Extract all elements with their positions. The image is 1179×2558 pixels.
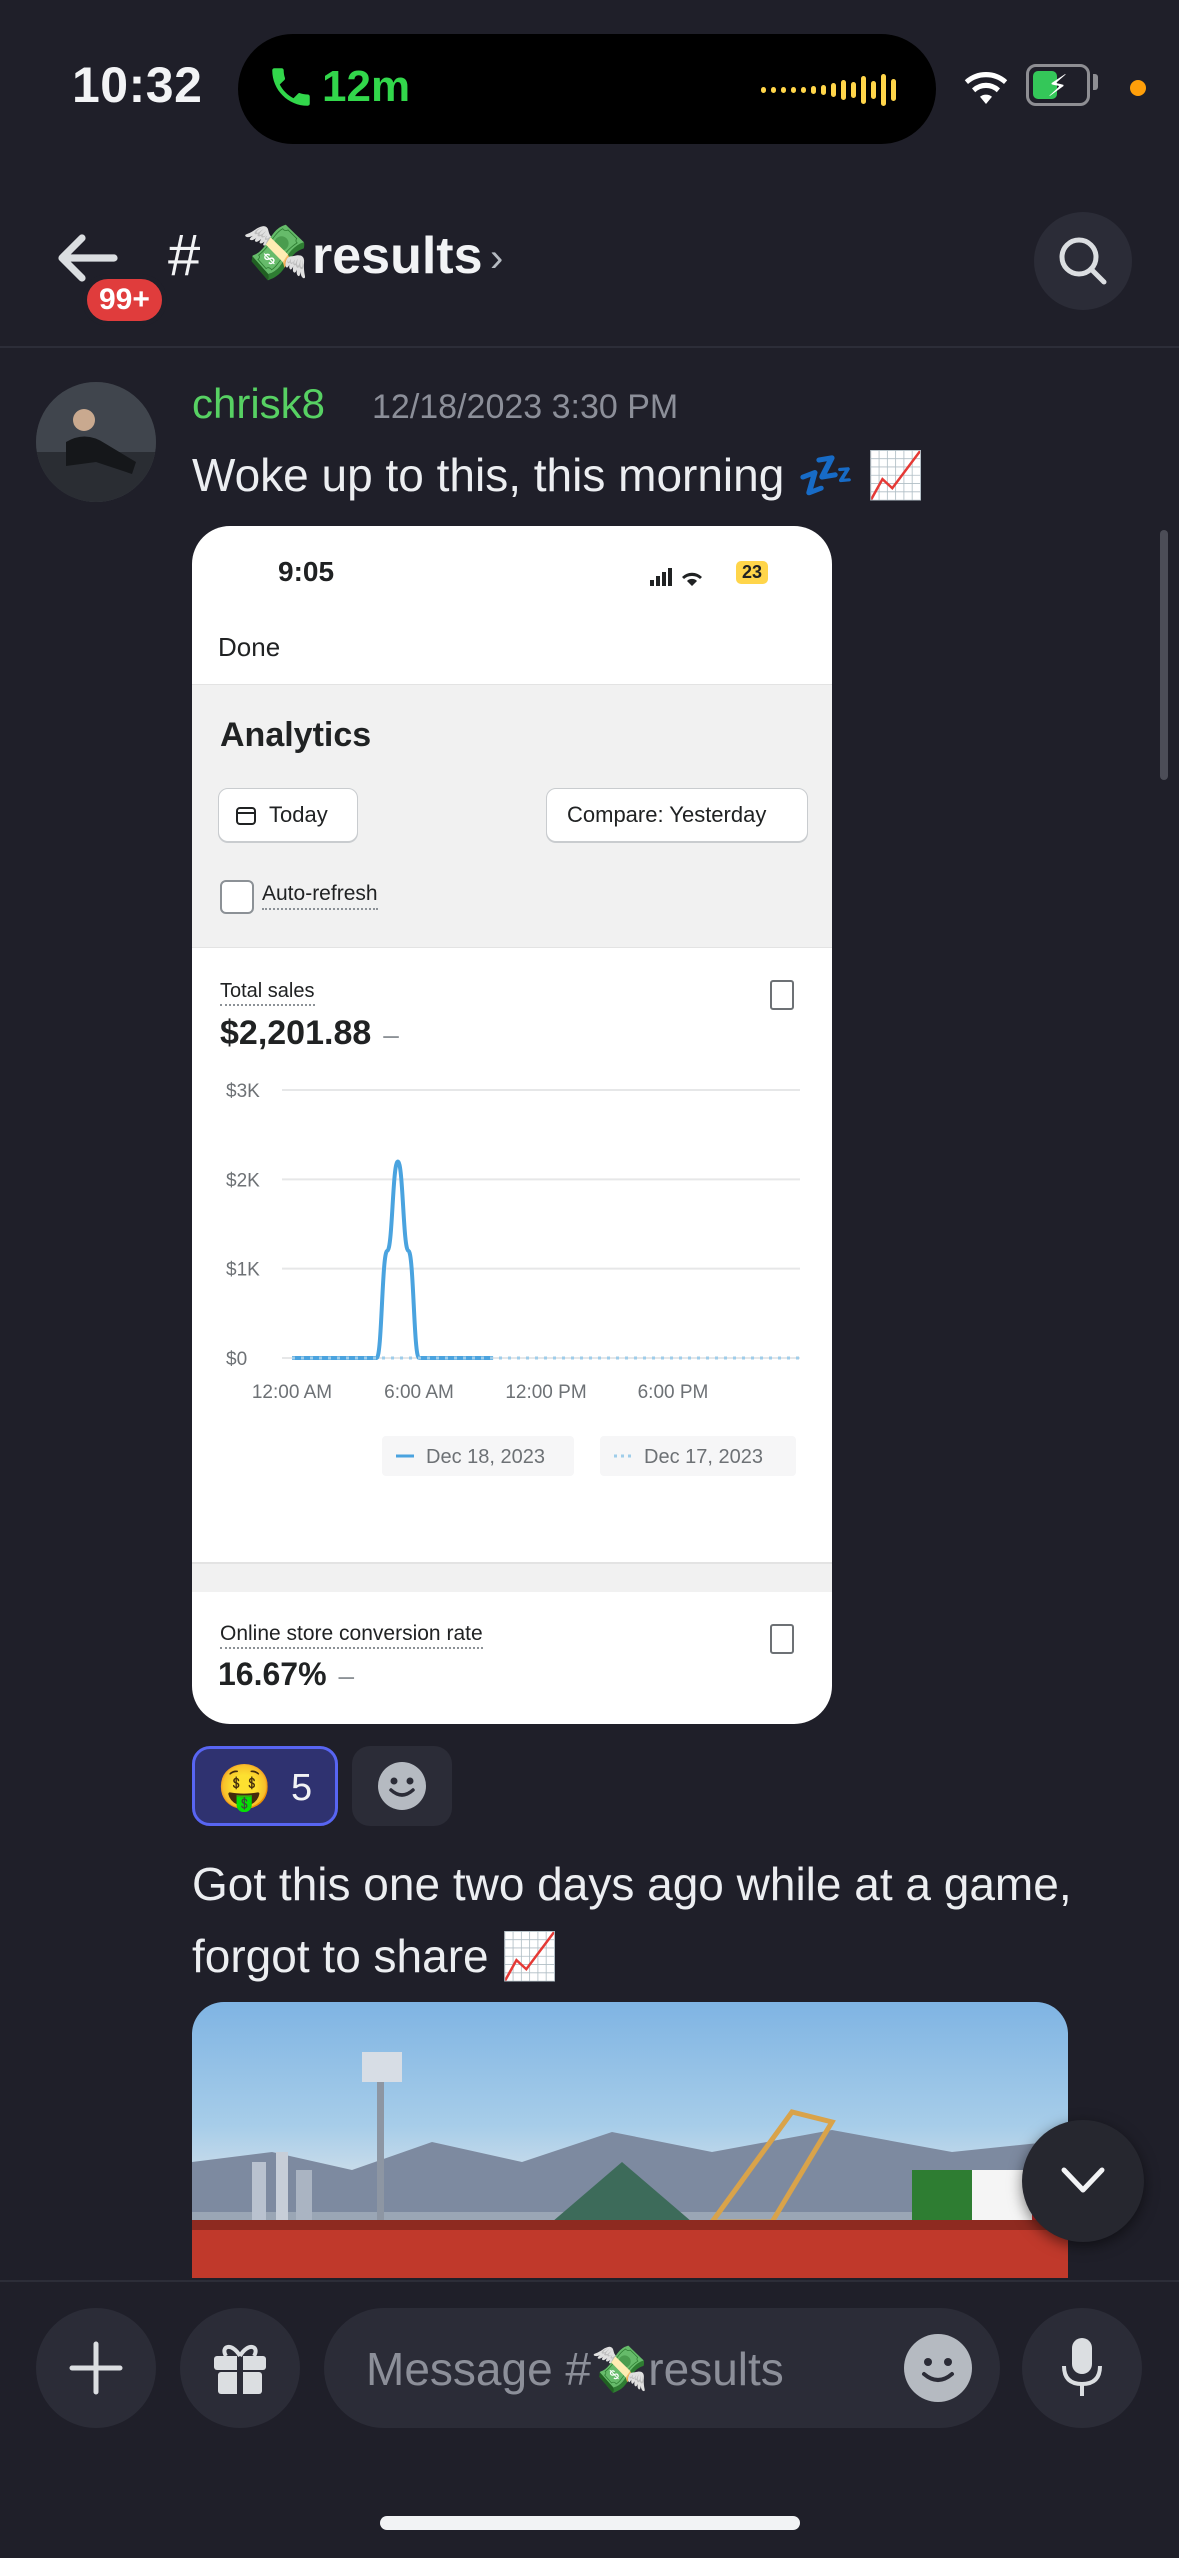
y-tick-label: $2K <box>226 1170 260 1191</box>
total-sales-chart: $3K $2K $1K $012:00 AM 6:00 AM 12:00 PM 6:00 P… <box>226 1081 800 1476</box>
message-text: Woke up to this, this morning 💤 📈 <box>192 449 925 501</box>
auto-refresh-label: Auto-refresh <box>262 882 378 910</box>
unread-badge: 99+ <box>82 274 167 326</box>
stadium-photo <box>192 2052 1068 2278</box>
inner-status-time: 9:05 <box>278 556 335 587</box>
channel-hash-icon: # <box>168 223 201 288</box>
reaction-count: 5 <box>291 1767 313 1809</box>
legend-label: Dec 18, 2023 <box>426 1446 545 1468</box>
emoji-picker-button[interactable] <box>904 2334 972 2402</box>
image-attachment-analytics[interactable]: 9:05 23 Done Analytics Today Compare: Ye… <box>192 526 832 1724</box>
today-label: Today <box>269 802 328 827</box>
phone-icon <box>272 68 310 106</box>
x-tick-label: 12:00 PM <box>505 1382 586 1403</box>
x-tick-label: 12:00 AM <box>252 1382 332 1403</box>
gift-button[interactable] <box>180 2308 300 2428</box>
smiley-icon <box>378 1762 426 1810</box>
channel-emoji: 💸 <box>242 223 310 283</box>
plus-icon <box>69 2341 123 2395</box>
compare-label: Compare: Yesterday <box>567 802 767 827</box>
conversion-rate-dash: – <box>338 1660 355 1691</box>
analytics-title: Analytics <box>220 716 372 754</box>
compare-button: Compare: Yesterday <box>546 788 808 842</box>
channel-name[interactable]: results <box>312 226 483 286</box>
series-line-today <box>292 1159 494 1360</box>
search-button[interactable] <box>1034 212 1132 310</box>
smiley-icon <box>922 2358 954 2382</box>
avatar[interactable] <box>36 382 156 502</box>
message-input-placeholder: Message #💸results <box>366 2343 784 2395</box>
home-indicator <box>380 2516 800 2530</box>
search-icon <box>1059 237 1107 285</box>
inner-battery-badge: 23 <box>736 561 769 584</box>
today-button: Today <box>218 788 358 842</box>
inner-signal-wifi-icon <box>650 568 702 586</box>
auto-refresh-checkbox <box>220 880 254 914</box>
voice-message-button[interactable] <box>1022 2308 1142 2428</box>
total-sales-label: Total sales <box>220 980 315 1006</box>
avatar-photo <box>36 382 156 502</box>
y-tick-label: $0 <box>226 1349 247 1370</box>
total-sales-dash: – <box>383 1019 399 1050</box>
total-sales-value-row: $2,201.88– <box>220 1014 399 1053</box>
status-time: 10:32 <box>72 57 203 113</box>
jump-to-bottom-button[interactable] <box>1022 2120 1144 2242</box>
reaction-emoji: 🤑 <box>217 1763 272 1812</box>
add-reaction-button[interactable] <box>352 1746 452 1826</box>
calendar-icon <box>236 807 256 825</box>
battery-icon: ⚡ <box>1026 64 1090 106</box>
dynamic-island-call[interactable]: 12m <box>238 34 936 144</box>
header-divider <box>0 346 1179 348</box>
message-timestamp: 12/18/2023 3:30 PM <box>372 388 679 426</box>
reaction-money-mouth[interactable]: 🤑 5 <box>192 1746 338 1826</box>
legend-label: Dec 17, 2023 <box>644 1446 763 1468</box>
call-duration: 12m <box>322 62 411 111</box>
report-icon <box>770 980 794 1010</box>
message-text-2: Got this one two days ago while at a gam… <box>192 1858 1072 1982</box>
conversion-rate-value-row: 16.67% – <box>218 1656 354 1693</box>
battery-tip <box>1093 74 1098 90</box>
microphone-icon <box>1062 2338 1102 2396</box>
message-username[interactable]: chrisk8 <box>192 380 325 428</box>
message-input[interactable]: Message #💸results <box>324 2308 1000 2428</box>
charging-bolt-icon: ⚡ <box>1047 70 1069 103</box>
x-tick-label: 6:00 PM <box>638 1382 709 1403</box>
conversion-rate-value: 16.67% <box>218 1656 327 1692</box>
conversion-rate-label: Online store conversion rate <box>220 1622 483 1649</box>
scrollbar[interactable] <box>1160 530 1168 780</box>
report-icon <box>770 1624 794 1654</box>
y-tick-label: $3K <box>226 1081 260 1102</box>
gift-icon <box>214 2345 266 2394</box>
attach-button[interactable] <box>36 2308 156 2428</box>
x-tick-label: 6:00 AM <box>384 1382 454 1403</box>
chevron-down-icon <box>1061 2167 1105 2193</box>
image-attachment-stadium[interactable] <box>192 2002 1068 2278</box>
total-sales-value: $2,201.88 <box>220 1014 372 1052</box>
audio-waveform-icon <box>761 70 896 110</box>
wifi-icon <box>964 72 1008 104</box>
privacy-indicator-dot <box>1130 80 1146 96</box>
done-button: Done <box>218 632 281 662</box>
card-separator <box>192 1562 832 1592</box>
y-tick-label: $1K <box>226 1260 260 1281</box>
chevron-right-icon[interactable]: › <box>490 236 503 281</box>
